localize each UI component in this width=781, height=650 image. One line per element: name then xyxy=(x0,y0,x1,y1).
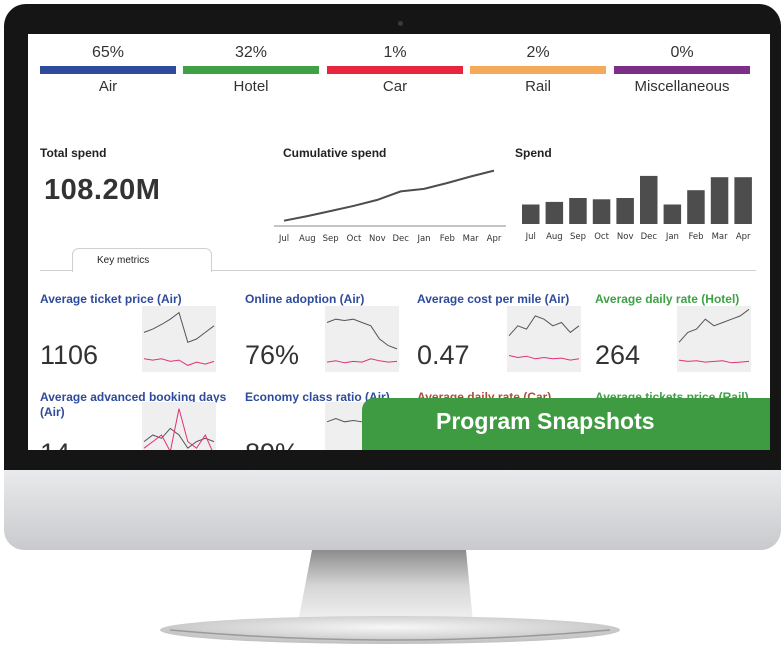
spend-bar xyxy=(522,204,540,224)
spend-mix-percent: 65% xyxy=(91,44,125,61)
spend-mix-label: Rail xyxy=(525,78,551,95)
spend-mix-bar xyxy=(614,66,750,74)
spend-bar xyxy=(616,198,634,224)
metric-sparkline xyxy=(142,402,216,450)
spend-month-label: Mar xyxy=(712,232,729,242)
metric-title: Online adoption (Air) xyxy=(245,292,365,306)
spend-month-label: Jul xyxy=(525,232,536,242)
spend-month-label: Oct xyxy=(594,232,609,242)
metric-title: Average ticket price (Air) xyxy=(40,292,182,306)
spend-mix-percent: 2% xyxy=(526,44,550,61)
spend-mix-percent: 32% xyxy=(234,44,268,61)
cumulative-month-label: Feb xyxy=(440,234,455,244)
spend-mix-car: 1% Car xyxy=(327,34,463,95)
sparkline-background xyxy=(507,306,581,372)
spend-mix-label: Hotel xyxy=(233,78,269,95)
spend-bar xyxy=(545,201,564,224)
metric-value: 14 xyxy=(40,438,70,450)
spend-bar-chart: Jul Aug Sep Oct Nov Dec Jan Feb Mar Apr xyxy=(522,175,752,242)
cumulative-month-label: Dec xyxy=(392,234,409,244)
cumulative-spend-title: Cumulative spend xyxy=(283,146,387,160)
spend-bar xyxy=(592,199,611,224)
metric-title: Average cost per mile (Air) xyxy=(417,292,570,306)
spend-mix-percent: 1% xyxy=(383,44,407,61)
spend-bar xyxy=(734,177,752,224)
spend-mix-bar xyxy=(470,66,606,74)
dashboard-screen: 65% Air 32% Hotel 1% Car 2% Rail 0% Miscellaneous… xyxy=(28,34,770,450)
spend-month-label: Aug xyxy=(546,232,563,242)
cumulative-spend-line xyxy=(283,169,495,222)
metric-tile[interactable]: Online adoption (Air) 76% xyxy=(245,292,415,402)
spend-month-label: Nov xyxy=(617,232,634,242)
total-spend-title: Total spend xyxy=(40,146,107,160)
metric-value: 89% xyxy=(245,438,299,450)
spend-mix-label: Car xyxy=(382,78,408,95)
spend-mix-miscellaneous: 0% Miscellaneous xyxy=(614,34,750,95)
spend-mix-rail: 2% Rail xyxy=(470,34,606,95)
spend-mix-bar xyxy=(327,66,463,74)
cumulative-month-label: Oct xyxy=(347,234,362,244)
cumulative-month-label: Aug xyxy=(299,234,316,244)
metric-sparkline xyxy=(507,306,581,372)
spend-month-label: Sep xyxy=(570,232,586,242)
cumulative-month-label: Jan xyxy=(416,234,430,244)
monitor-stand xyxy=(160,550,620,644)
spend-month-label: Feb xyxy=(688,232,703,242)
metric-tile[interactable]: Average daily rate (Hotel) 264 xyxy=(595,292,765,402)
cumulative-spend-chart: Jul Aug Sep Oct Nov Dec Jan Feb Mar Apr xyxy=(274,169,506,244)
spend-bar xyxy=(663,204,682,224)
spend-mix-hotel: 32% Hotel xyxy=(183,34,319,95)
sparkline-background xyxy=(142,306,216,372)
metric-value: 0.47 xyxy=(417,340,470,370)
monitor-chin xyxy=(4,470,781,550)
camera-icon xyxy=(398,21,403,26)
metric-sparkline xyxy=(142,306,216,372)
cumulative-month-label: Apr xyxy=(487,234,502,244)
spend-bar xyxy=(569,198,587,224)
tab-key-metrics[interactable]: Key metrics xyxy=(72,248,212,272)
metric-tile[interactable]: Average advanced booking days (Air)14 xyxy=(40,390,226,450)
spend-mix-percent: 0% xyxy=(670,44,694,61)
spend-mix-label: Air xyxy=(98,78,118,95)
cumulative-month-label: Sep xyxy=(323,234,339,244)
cumulative-month-label: Nov xyxy=(369,234,386,244)
cumulative-month-label: Jul xyxy=(278,234,289,244)
spend-bar xyxy=(640,175,658,224)
total-spend-value: 108.20M xyxy=(44,174,161,206)
spend-month-label: Dec xyxy=(641,232,658,242)
spend-title: Spend xyxy=(515,146,552,160)
spend-mix-label: Miscellaneous xyxy=(634,78,730,95)
spend-bar xyxy=(710,177,729,224)
metric-sparkline xyxy=(677,306,751,372)
metric-tile[interactable]: Average ticket price (Air) 1106 xyxy=(40,292,216,402)
metric-tile[interactable]: Average cost per mile (Air) 0.47 xyxy=(417,292,587,402)
program-snapshots-banner[interactable]: Program Snapshots xyxy=(362,398,770,450)
spend-mix-bar xyxy=(183,66,319,74)
spend-mix-bar xyxy=(40,66,176,74)
spend-month-label: Jan xyxy=(665,232,679,242)
tab-key-metrics-label: Key metrics xyxy=(97,255,150,266)
cumulative-month-label: Mar xyxy=(463,234,480,244)
metric-sparkline xyxy=(325,306,399,372)
spend-bar xyxy=(687,190,705,224)
metric-value: 76% xyxy=(245,340,300,370)
metric-value: 264 xyxy=(595,340,641,370)
spend-mix-air: 65% Air xyxy=(40,34,176,95)
metric-title: Average daily rate (Hotel) xyxy=(595,292,740,306)
program-snapshots-label: Program Snapshots xyxy=(436,408,655,434)
spend-month-label: Apr xyxy=(736,232,751,242)
metric-value: 1106 xyxy=(40,340,99,370)
